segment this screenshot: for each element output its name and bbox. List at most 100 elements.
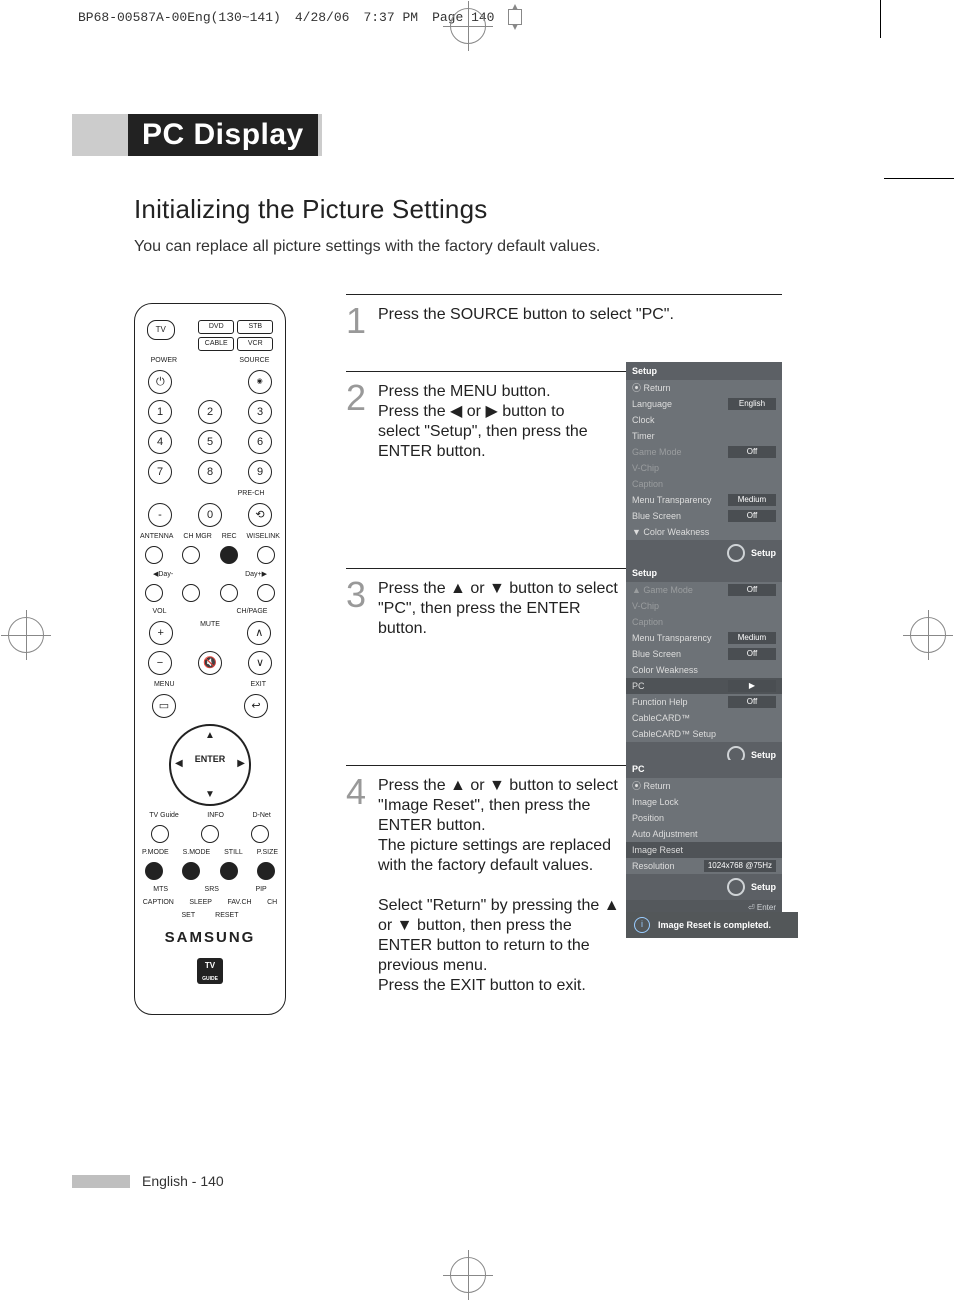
osd-row-label: Image Reset [632, 844, 683, 856]
remote-small-button [151, 825, 169, 843]
osd-row-label: Game Mode [632, 446, 682, 458]
osd-message-bar: i Image Reset is completed. [626, 912, 798, 938]
footer-text: English - 140 [142, 1173, 224, 1189]
osd-row-label: ▼ Color Weakness [632, 526, 709, 538]
osd-row-label: Caption [632, 616, 663, 628]
gear-icon [727, 878, 745, 896]
page-subtitle: Initializing the Picture Settings [134, 194, 487, 224]
osd-row: Menu TransparencyMedium [626, 630, 782, 646]
remote-small-button [251, 825, 269, 843]
ch-down-icon: ∨ [248, 651, 272, 675]
vol-down-icon: − [148, 651, 172, 675]
osd-row: ⦿ Return [626, 380, 782, 396]
remote-small-button [201, 825, 219, 843]
remote-label: PIP [255, 886, 266, 893]
osd-row-label: Position [632, 812, 664, 824]
osd-row-value: Medium [728, 632, 776, 644]
osd-header: Setup [626, 362, 782, 380]
step-text: Press the MENU button. Press the ◀ or ▶ … [378, 382, 608, 462]
remote-small-button [182, 546, 200, 564]
section-title: PC Display [128, 114, 318, 156]
osd-row-value: Off [728, 584, 776, 596]
step-text: Press the ▲ or ▼ button to select "Image… [378, 776, 628, 996]
osd-row-label: ⦿ Return [632, 382, 671, 394]
osd-row-label: Auto Adjustment [632, 828, 698, 840]
osd-row-label: V-Chip [632, 462, 659, 474]
remote-num: 4 [148, 430, 172, 454]
osd-row: V-Chip [626, 598, 782, 614]
remote-label: CH MGR [183, 533, 211, 540]
osd-header: PC [626, 760, 782, 778]
step-1: 1 Press the SOURCE button to select "PC"… [346, 294, 782, 353]
footer-accent [72, 1175, 130, 1188]
lead-text: You can replace all picture settings wit… [134, 236, 600, 258]
osd-footer: Setup [626, 874, 782, 900]
remote-tv-button: TV [147, 320, 175, 340]
osd-footer: Setup [626, 540, 782, 566]
remote-label: MUTE [200, 621, 220, 645]
remote-num: 3 [248, 400, 272, 424]
remote-label: SOURCE [239, 357, 269, 364]
osd-row-label: Function Help [632, 696, 688, 708]
title-accent [72, 114, 128, 156]
osd-row-value: English [728, 398, 776, 410]
remote-mode-pill: VCR [237, 337, 273, 351]
osd-row-label: Clock [632, 414, 655, 426]
remote-num: 6 [248, 430, 272, 454]
osd-footer-label: Setup [751, 881, 776, 893]
remote-num: 2 [198, 400, 222, 424]
remote-label: INFO [207, 812, 224, 819]
fold-mark-icon [508, 9, 522, 25]
remote-label: CAPTION [143, 899, 174, 906]
registration-mark-icon [8, 617, 44, 653]
remote-label: S.MODE [183, 849, 211, 856]
osd-row: Function HelpOff [626, 694, 782, 710]
osd-header: Setup [626, 564, 782, 582]
remote-label: CH/PAGE [236, 608, 267, 615]
osd-setup-1: Setup ⦿ ReturnLanguageEnglishClockTimerG… [626, 362, 782, 582]
step-number: 1 [346, 305, 368, 337]
osd-row: Image Lock [626, 794, 782, 810]
osd-row-label: Caption [632, 478, 663, 490]
crop-mark [884, 178, 954, 179]
osd-row-label: Resolution [632, 860, 675, 872]
osd-row: LanguageEnglish [626, 396, 782, 412]
remote-small-button [257, 546, 275, 564]
remote-enter: ENTER [171, 754, 249, 764]
remote-label: REC [222, 533, 237, 540]
osd-row: Image Reset [626, 842, 782, 858]
play-icon [220, 584, 238, 602]
osd-row-label: Menu Transparency [632, 494, 712, 506]
osd-row: Caption [626, 476, 782, 492]
remote-source-button: ◉ [248, 370, 272, 394]
osd-row-label: PC [632, 680, 645, 692]
step-number: 4 [346, 776, 368, 808]
remote-mode-pill: DVD [198, 320, 234, 334]
osd-row-value: ▶ [728, 680, 776, 692]
print-date: 4/28/06 [295, 10, 350, 25]
brand-logo: SAMSUNG [135, 929, 285, 946]
registration-mark-icon [450, 8, 486, 44]
remote-small-button [145, 862, 163, 880]
step-number: 2 [346, 382, 368, 414]
forward-icon [257, 584, 275, 602]
menu-icon: ▭ [152, 694, 176, 718]
info-icon: i [634, 917, 650, 933]
vol-up-icon: + [149, 621, 173, 645]
remote-label: STILL [224, 849, 243, 856]
remote-prech: ⟲ [248, 503, 272, 527]
osd-row-value: Off [728, 446, 776, 458]
remote-label: P.SIZE [257, 849, 278, 856]
remote-label: P.MODE [142, 849, 169, 856]
osd-row-value: 1024x768 @75Hz [704, 860, 776, 872]
remote-label: FAV.CH [227, 899, 251, 906]
osd-row: V-Chip [626, 460, 782, 476]
remote-num: 1 [148, 400, 172, 424]
osd-row-label: CableCARD™ [632, 712, 690, 724]
remote-nav-ring: ▲ ▼ ◀ ▶ ENTER [169, 724, 251, 806]
title-accent [318, 114, 322, 156]
mute-icon: 🔇 [198, 651, 222, 675]
arrow-down-icon: ▼ [205, 789, 215, 800]
osd-row: Blue ScreenOff [626, 646, 782, 662]
remote-small-button [257, 862, 275, 880]
